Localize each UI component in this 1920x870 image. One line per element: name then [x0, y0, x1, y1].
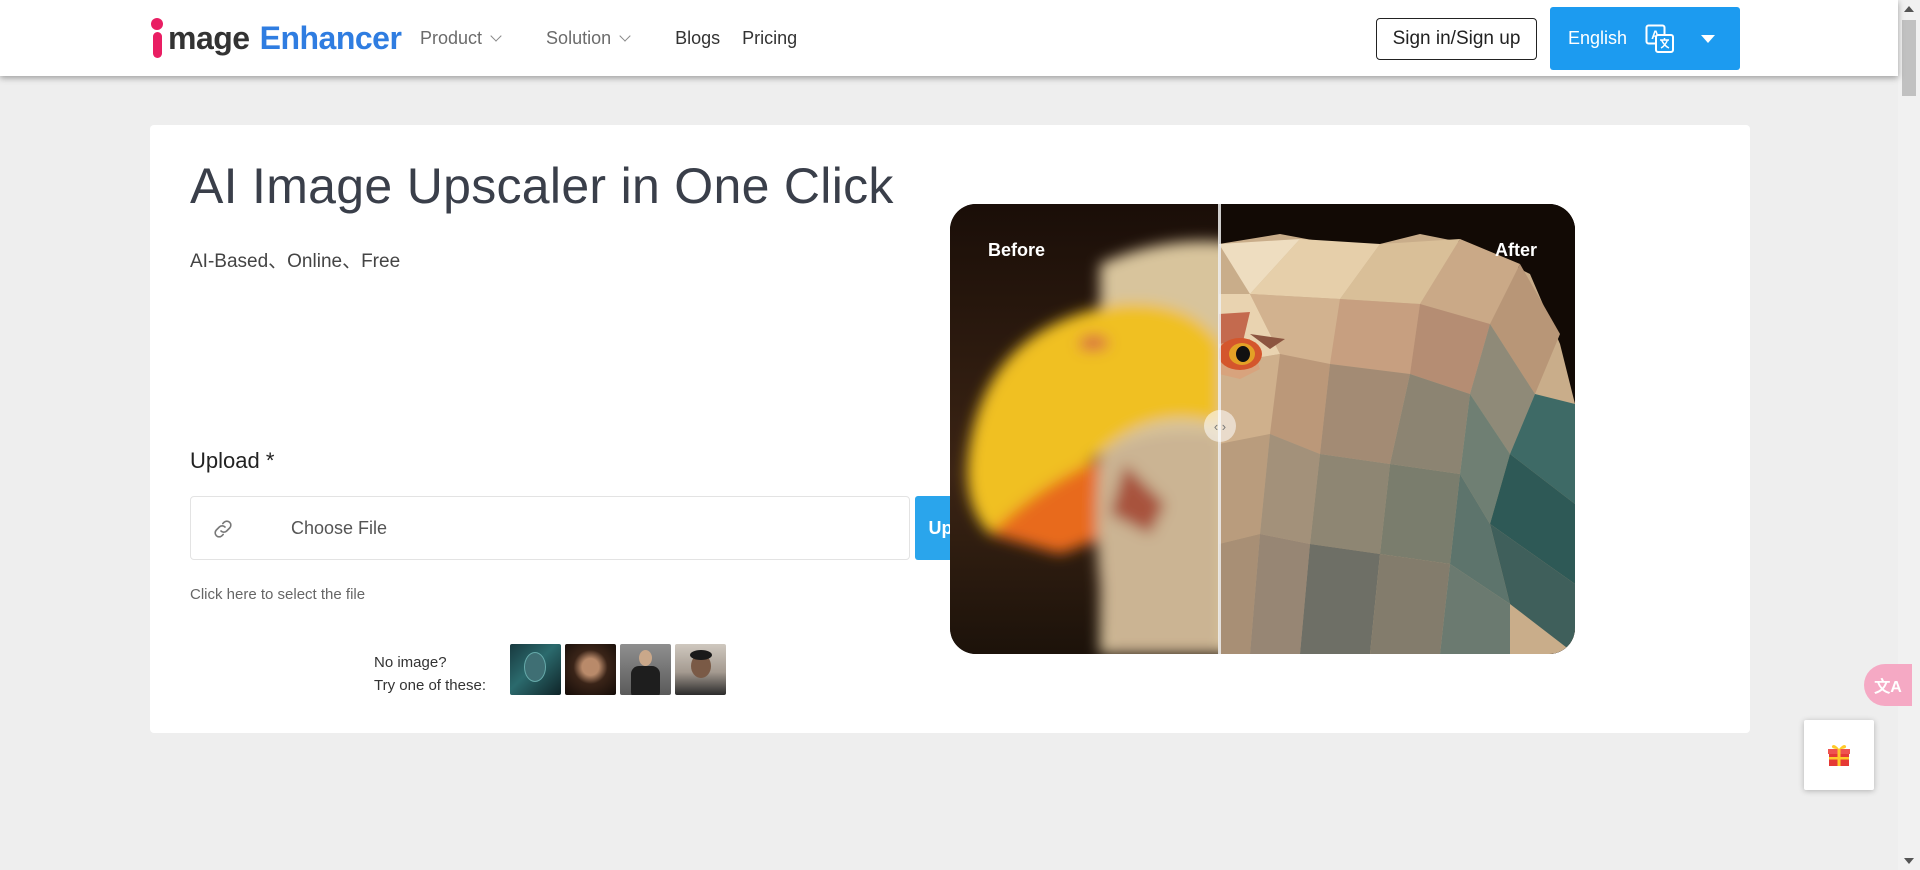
caret-down-icon	[1701, 35, 1715, 43]
after-label: After	[1494, 240, 1537, 260]
main-nav: Product Solution Blogs Pricing	[420, 24, 819, 52]
logo[interactable]: mage Enhancer	[150, 16, 402, 60]
logo-i-mark	[150, 16, 164, 60]
scroll-thumb[interactable]	[1902, 20, 1916, 96]
file-input[interactable]: Choose File	[190, 496, 910, 560]
nav-pricing-label: Pricing	[742, 27, 798, 48]
translate-widget-icon[interactable]: 文A	[1864, 664, 1912, 706]
language-selector[interactable]: English A	[1550, 7, 1740, 70]
translate-icon: A	[1645, 24, 1674, 53]
chevron-down-icon	[490, 29, 502, 42]
chevron-down-icon	[619, 29, 631, 42]
hero-card: AI Image Upscaler in One Click AI-Based、…	[150, 125, 1750, 733]
gift-icon[interactable]	[1804, 720, 1874, 790]
before-after-comparison[interactable]: Before After ‹ ›	[950, 204, 1575, 654]
choose-file-placeholder: Choose File	[291, 518, 388, 538]
nav-product-label: Product	[420, 27, 483, 48]
nav-pricing[interactable]: Pricing	[742, 28, 797, 49]
page-subtitle: AI-Based、Online、Free	[190, 251, 401, 272]
link-icon	[214, 520, 232, 538]
nav-blogs[interactable]: Blogs	[675, 28, 720, 49]
scroll-down-icon[interactable]	[1904, 858, 1914, 864]
page-title: AI Image Upscaler in One Click	[190, 158, 894, 214]
eagle-image	[950, 204, 1575, 654]
language-label: English	[1568, 28, 1628, 48]
sample-image-1[interactable]	[510, 644, 561, 695]
nav-solution[interactable]: Solution	[546, 27, 631, 49]
nav-blogs-label: Blogs	[675, 27, 721, 48]
sample-prompt-line1: No image?	[374, 654, 447, 671]
page-scrollbar[interactable]	[1898, 0, 1920, 870]
sample-image-2[interactable]	[565, 644, 616, 695]
gift-icon-graphic	[1828, 745, 1850, 766]
sample-prompt: No image? Try one of these:	[374, 651, 486, 697]
sample-image-4[interactable]	[675, 644, 726, 695]
sample-prompt-line2: Try one of these:	[374, 677, 487, 694]
logo-text-enhancer: Enhancer	[259, 19, 402, 56]
sample-image-3[interactable]	[620, 644, 671, 695]
sample-images	[510, 644, 730, 695]
nav-solution-label: Solution	[546, 27, 612, 48]
before-label: Before	[988, 240, 1046, 260]
logo-text-mage: mage	[168, 19, 250, 56]
signin-button[interactable]: Sign in/Sign up	[1376, 18, 1537, 60]
top-header: mage Enhancer Product Solution Blogs Pri…	[0, 0, 1898, 76]
upload-hint[interactable]: Click here to select the file	[190, 586, 365, 603]
arrows-horizontal-icon[interactable]: ‹ ›	[1204, 410, 1236, 442]
scroll-up-icon[interactable]	[1904, 6, 1914, 12]
upload-label: Upload *	[190, 448, 275, 473]
nav-product[interactable]: Product	[420, 27, 502, 49]
